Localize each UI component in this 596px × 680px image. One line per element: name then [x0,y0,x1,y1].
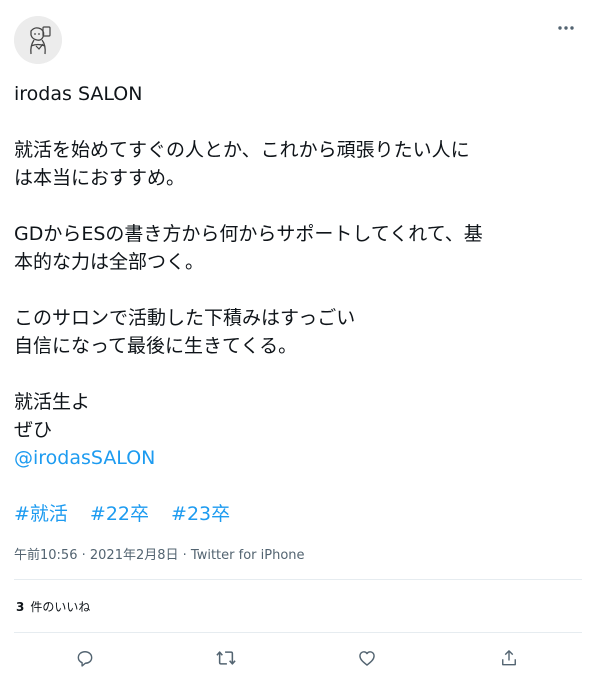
divider [14,632,582,633]
likes-label: 件のいいね [30,600,91,614]
tweet-line: 本的な力は全部つく。 [14,251,205,273]
tweet-source[interactable]: Twitter for iPhone [191,548,305,563]
like-icon [359,651,375,666]
tweet-line: 自信になって最後に生きてくる。 [14,335,298,357]
tweet-line [14,360,580,388]
share-button[interactable] [495,644,523,672]
like-button[interactable] [353,644,381,672]
meta-separator: · [178,548,191,563]
tweet-text: irodas SALON 就活を始めてすぐの人とか、これから頑張りたい人に は本当に… [14,80,580,472]
tweet-time[interactable]: 午前10:56 [14,548,77,563]
tweet-line: irodas SALON [14,83,143,105]
hashtag-link[interactable]: #就活 [14,503,68,525]
more-options-button[interactable] [554,16,578,40]
meta-separator: · [77,548,90,563]
avatar[interactable] [14,16,62,64]
tweet-line: ぜひ [14,419,53,441]
more-horizontal-icon [558,26,574,30]
tweet-line [14,192,580,220]
divider [14,579,582,580]
tweet-date[interactable]: 2021年2月8日 [90,548,179,563]
tweet-line: このサロンで活動した下積みはすっごい [14,307,356,329]
avatar-illustration-icon [14,16,62,64]
share-icon [502,650,516,666]
reply-icon [77,651,93,667]
tweet-lines: irodas SALON 就活を始めてすぐの人とか、これから頑張りたい人に は本当に… [14,80,580,444]
mention-link[interactable]: @irodasSALON [14,444,580,472]
action-bar [0,644,596,672]
likes-count-link[interactable]: 3 件のいいね [16,598,90,615]
tweet-line [14,108,580,136]
tweet-line: は本当におすすめ。 [14,167,186,189]
likes-count: 3 [16,600,25,614]
hashtag-link[interactable]: #22卒 [90,503,149,525]
tweet-line: 就活を始めてすぐの人とか、これから頑張りたい人に [14,139,470,161]
retweet-button[interactable] [212,644,240,672]
hashtag-link[interactable]: #23卒 [171,503,230,525]
tweet-line [14,276,580,304]
reply-button[interactable] [71,644,99,672]
tweet-line: 就活生よ [14,391,91,413]
tweet-meta: 午前10:56 · 2021年2月8日 · Twitter for iPhone [14,544,305,563]
tweet-line: GDからESの書き方から何からサポートしてくれて、基 [14,223,483,245]
retweet-icon [216,651,236,665]
hashtag-list: #就活 #22卒 #23卒 [14,500,230,528]
